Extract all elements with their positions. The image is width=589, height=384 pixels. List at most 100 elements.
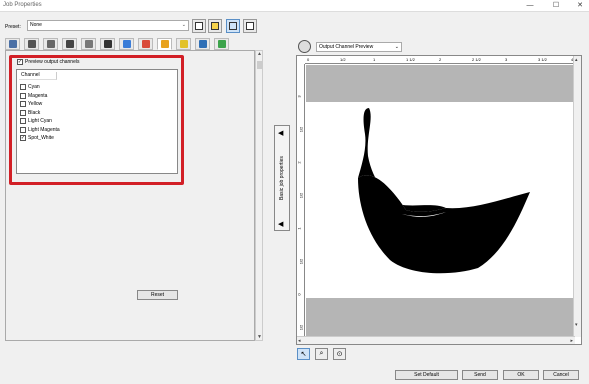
basic-job-properties-tab[interactable]: ◀ Basic job properties ◀ — [274, 125, 290, 231]
channel-item[interactable]: Light Magenta — [20, 126, 60, 135]
page-preview — [306, 102, 574, 298]
cancel-button[interactable]: Cancel — [543, 370, 579, 380]
send-button[interactable]: Send — [462, 370, 498, 380]
chevron-down-icon: ⌄ — [181, 22, 186, 28]
channel-checkbox[interactable] — [20, 92, 26, 99]
tab-correction[interactable] — [214, 38, 229, 50]
close-button[interactable]: ✕ — [573, 0, 587, 12]
channel-item[interactable]: Yellow — [20, 100, 60, 109]
scroll-up-icon[interactable]: ▲ — [256, 51, 263, 57]
arrow-tool-button[interactable]: ↖ — [297, 348, 310, 360]
channel-checkbox[interactable]: ✓ — [20, 135, 26, 142]
abc-button[interactable] — [226, 19, 240, 33]
ruler-tick-label: 1/2 — [298, 258, 304, 265]
target-icon — [103, 40, 112, 48]
channel-checkbox[interactable] — [20, 101, 26, 108]
print-queue-button[interactable] — [243, 19, 257, 33]
save-preset-button[interactable] — [192, 19, 206, 33]
correction-icon — [217, 40, 226, 48]
tab-target[interactable] — [100, 38, 115, 50]
expand-arrow-icon[interactable]: ◀ — [278, 220, 283, 228]
channel-label: Light Cyan — [28, 118, 52, 125]
save-as-preset-button[interactable] — [208, 19, 222, 33]
minimize-button[interactable]: — — [523, 0, 537, 12]
tab-layout[interactable] — [5, 38, 20, 50]
ruler-tick-label: 1 1/2 — [406, 57, 415, 62]
print-queue-icon — [246, 22, 254, 30]
channel-item[interactable]: Cyan — [20, 83, 60, 92]
preview-vertical-scrollbar[interactable]: ▴ ▾ — [573, 56, 581, 337]
preview-canvas[interactable] — [306, 65, 574, 337]
pan-tool-button[interactable]: ⊙ — [333, 348, 346, 360]
preview-mode-value: Output Channel Preview — [319, 44, 374, 50]
checkbox-icon[interactable]: ✓ — [17, 59, 23, 65]
tab-media[interactable] — [43, 38, 58, 50]
abc-icon — [229, 22, 237, 30]
collapse-arrow-icon[interactable]: ◀ — [278, 129, 283, 137]
panel-scrollbar[interactable]: ▲ ▼ — [255, 50, 263, 341]
preset-select[interactable]: None ⌄ — [27, 20, 189, 31]
maximize-button[interactable]: ☐ — [549, 0, 563, 12]
preset-value: None — [30, 22, 42, 28]
scroll-down-icon[interactable]: ▼ — [256, 334, 263, 340]
window-title: Job Properties — [3, 2, 42, 8]
tab-color-swatches[interactable] — [176, 38, 191, 50]
channel-label: Spot_White — [28, 135, 54, 142]
channel-item[interactable]: Light Cyan — [20, 117, 60, 126]
channel-checkbox[interactable] — [20, 109, 26, 116]
tab-grid[interactable] — [81, 38, 96, 50]
zoom-tool-button[interactable]: ⌕ — [315, 348, 328, 360]
channel-label: Yellow — [28, 101, 43, 108]
preview-output-channels-checkbox[interactable]: ✓ Preview output channels — [17, 59, 79, 65]
channel-list: Channel Cyan Magenta Yellow Black Light Cyan… — [16, 69, 178, 174]
horizontal-ruler: 01/211 1/222 1/233 1/24 — [305, 56, 575, 64]
media-icon — [46, 40, 55, 48]
channel-item[interactable]: Black — [20, 109, 60, 118]
channel-item[interactable]: ✓ Spot_White — [20, 134, 60, 143]
channel-column-header[interactable]: Channel — [19, 72, 57, 80]
tab-printer-settings[interactable] — [62, 38, 77, 50]
channel-label: Black — [28, 109, 41, 116]
ruler-tick-label: 2 1/2 — [472, 57, 481, 62]
ruler-tick-label: 2 — [296, 161, 302, 164]
channel-item[interactable]: Magenta — [20, 92, 60, 101]
property-tabs — [5, 38, 233, 50]
reset-button[interactable]: Reset — [137, 290, 178, 300]
scroll-right-icon[interactable]: ▸ — [570, 338, 573, 344]
ink-icon — [141, 40, 150, 48]
save-icon — [195, 22, 203, 30]
ruler-tick-label: 3 — [505, 57, 508, 62]
preview-mode-select[interactable]: Output Channel Preview ⌄ — [316, 42, 402, 52]
scroll-down-icon[interactable]: ▾ — [575, 322, 578, 328]
ruler-tick-label: 0 — [296, 293, 302, 296]
preview-area: 01/211 1/222 1/233 1/24 31/221/211/201/2… — [296, 55, 582, 345]
ruler-tick-label: 1 — [296, 227, 302, 230]
save-as-icon — [211, 22, 219, 30]
channel-label: Magenta — [28, 92, 48, 99]
tab-printer[interactable] — [24, 38, 39, 50]
scroll-thumb[interactable] — [257, 61, 262, 69]
ruler-tick-label: 1/2 — [298, 324, 304, 331]
scroll-up-icon[interactable]: ▴ — [575, 57, 578, 63]
tab-color-bars[interactable] — [119, 38, 134, 50]
layout-icon — [8, 40, 17, 48]
preview-back-icon[interactable] — [298, 40, 311, 53]
ok-button[interactable]: OK — [503, 370, 539, 380]
channel-checkbox[interactable] — [20, 118, 26, 125]
channel-checkbox[interactable] — [20, 84, 26, 91]
printer-settings-icon — [65, 40, 74, 48]
tab-ink[interactable] — [138, 38, 153, 50]
set-default-button[interactable]: Set Default — [395, 370, 458, 380]
tab-channels[interactable] — [157, 38, 172, 50]
preview-horizontal-scrollbar[interactable]: ◂ ▸ — [297, 336, 575, 344]
grid-icon — [84, 40, 93, 48]
swan-artwork — [358, 108, 530, 274]
scroll-left-icon[interactable]: ◂ — [298, 338, 301, 344]
vertical-ruler: 3 1/2 2 1/2 1 1/2 0 1/2 — [297, 64, 305, 336]
channels-icon — [160, 40, 169, 48]
ruler-tick-label: 1/2 — [298, 192, 304, 199]
color-bars-icon — [122, 40, 131, 48]
tab-shape[interactable] — [195, 38, 210, 50]
ruler-tick-label: 2 — [439, 57, 442, 62]
channel-checkbox[interactable] — [20, 126, 26, 133]
